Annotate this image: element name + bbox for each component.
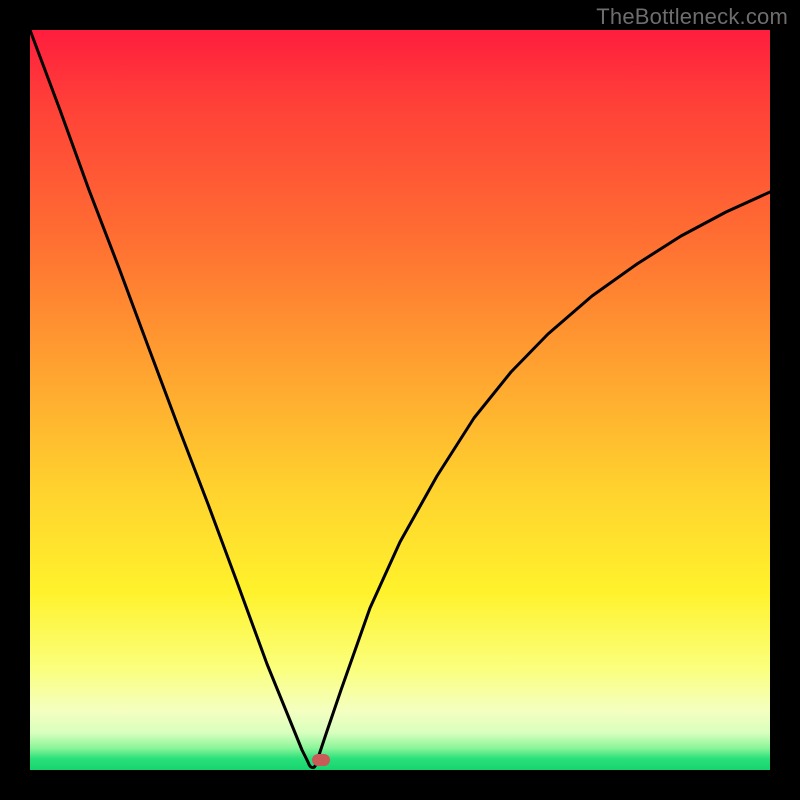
chart-plot-area bbox=[30, 30, 770, 770]
watermark-text: TheBottleneck.com bbox=[596, 4, 788, 30]
curve-path bbox=[30, 30, 770, 768]
bottleneck-curve bbox=[30, 30, 770, 770]
optimal-point-marker bbox=[312, 754, 330, 766]
